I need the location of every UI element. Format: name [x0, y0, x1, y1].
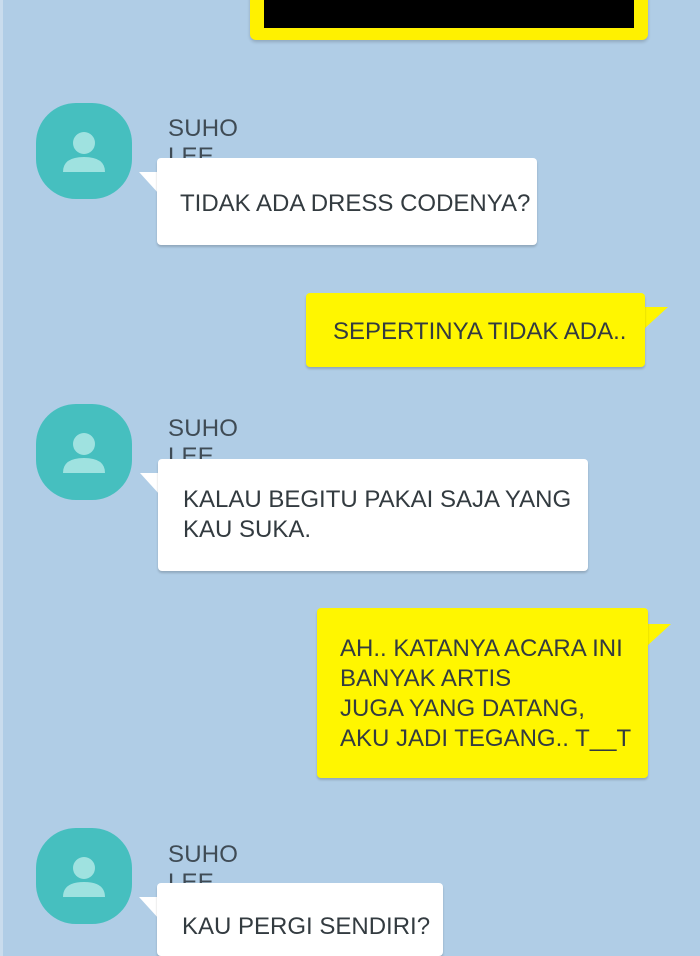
bubble-tail — [139, 172, 159, 194]
bubble-tail — [140, 473, 160, 495]
message-bubble[interactable]: KALAU BEGITU PAKAI SAJA YANG KAU SUKA. — [158, 459, 588, 571]
left-edge-strip — [0, 0, 3, 956]
person-icon — [63, 857, 105, 897]
message-bubble[interactable]: TIDAK ADA DRESS CODENYA? — [157, 158, 537, 245]
person-icon — [63, 132, 105, 172]
media-preview[interactable] — [264, 0, 634, 28]
sender-avatar[interactable] — [36, 404, 132, 500]
shared-media-message[interactable] — [250, 0, 648, 40]
sender-avatar[interactable] — [36, 828, 132, 924]
sender-avatar[interactable] — [36, 103, 132, 199]
bubble-tail — [644, 307, 668, 329]
person-icon — [63, 433, 105, 473]
bubble-tail — [647, 624, 671, 646]
message-bubble[interactable]: SEPERTINYA TIDAK ADA.. — [306, 293, 645, 367]
message-bubble[interactable]: AH.. KATANYA ACARA INI BANYAK ARTIS JUGA… — [317, 608, 648, 778]
bubble-tail — [139, 897, 159, 919]
message-bubble[interactable]: KAU PERGI SENDIRI? — [157, 883, 443, 956]
